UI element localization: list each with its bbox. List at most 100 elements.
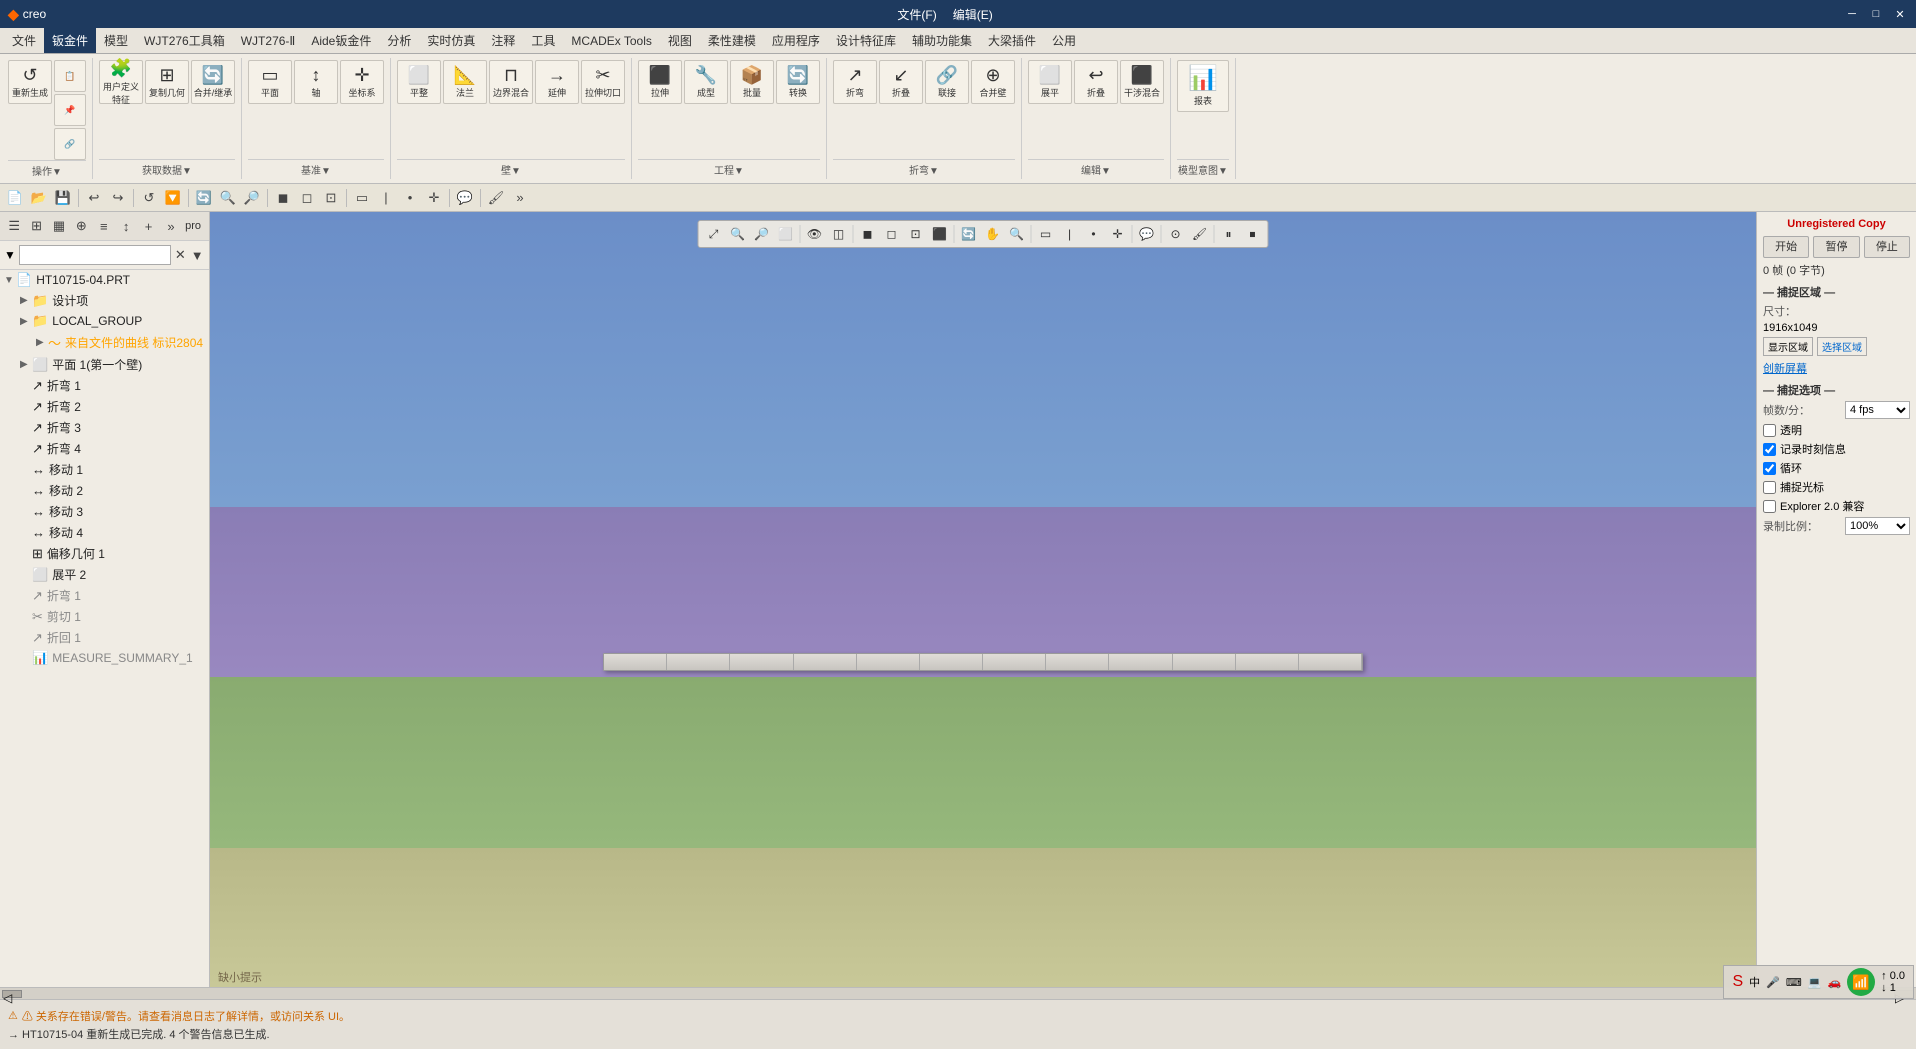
link-button[interactable]: 🔗联接 (925, 60, 969, 104)
vp-shade-edge[interactable]: ◻ (881, 223, 903, 245)
datum-point-quick-button[interactable]: • (399, 187, 421, 209)
horizontal-scrollbar[interactable]: ◁ ▷ (0, 987, 1916, 999)
tree-item-root[interactable]: ▼📄HT10715-04.PRT (0, 270, 209, 290)
copy-geom-button[interactable]: ⊞复制几何 (145, 60, 189, 104)
menubar-item-Aide钣金件[interactable]: Aide钣金件 (303, 28, 379, 53)
menubar-item-分析[interactable]: 分析 (379, 28, 419, 53)
shade2-button[interactable]: ◻ (296, 187, 318, 209)
boundary-blend-button[interactable]: ⊓边界混合 (489, 60, 533, 104)
ratio-select[interactable]: 100% 75% 50% (1845, 517, 1910, 535)
loop-checkbox[interactable] (1763, 462, 1776, 475)
file-menu-small[interactable]: 文件(F) (897, 6, 936, 23)
viewport[interactable]: ⤢ 🔍 🔎 ⬜ 👁 ◫ ◼ ◻ ⊡ ⬛ 🔄 ✋ 🔍 ▭ | • ✛ 💬 ⊙ (210, 212, 1756, 987)
tree-filter-btn[interactable]: ≡ (94, 215, 114, 237)
menubar-item-视图[interactable]: 视图 (660, 28, 700, 53)
unbend-button[interactable]: ↙折叠 (879, 60, 923, 104)
vp-spin-center[interactable]: ⊙ (1165, 223, 1187, 245)
menubar-item-柔性建模[interactable]: 柔性建模 (700, 28, 764, 53)
fold-back-button[interactable]: ↩折叠 (1074, 60, 1118, 104)
menubar-item-辅助功能集[interactable]: 辅助功能集 (904, 28, 980, 53)
start-button[interactable]: 开始 (1763, 236, 1809, 258)
expand-arrow[interactable]: ▼ (4, 275, 16, 286)
menubar-item-MCADEx Tools[interactable]: MCADEx Tools (563, 28, 659, 53)
flange-button[interactable]: 📐法兰 (443, 60, 487, 104)
zoomout-button[interactable]: 🔎 (241, 187, 263, 209)
form-button[interactable]: 🔧成型 (684, 60, 728, 104)
show-area-button[interactable]: 显示区域 (1763, 337, 1813, 356)
expand-arrow[interactable]: ▶ (20, 316, 32, 327)
save-button[interactable]: 💾 (52, 187, 74, 209)
vp-datum-point[interactable]: • (1083, 223, 1105, 245)
vp-csys[interactable]: ✛ (1107, 223, 1129, 245)
sel-filter-button[interactable]: 🔽 (162, 187, 184, 209)
vp-zoom-window[interactable]: ⬜ (775, 223, 797, 245)
extend-button[interactable]: →延伸 (535, 60, 579, 104)
explorer-checkbox[interactable] (1763, 500, 1776, 513)
tree-item-design[interactable]: ▶📁设计项 (0, 290, 209, 311)
full-screen-button[interactable]: 创新屏幕 (1763, 363, 1807, 375)
merge-wall-button[interactable]: ⊕合并壁 (971, 60, 1015, 104)
merge-button[interactable]: 🔄合并/继承 (191, 60, 235, 104)
vp-pan[interactable]: ✋ (982, 223, 1004, 245)
tree-sort-btn[interactable]: ↕ (116, 215, 136, 237)
stop-button[interactable]: 停止 (1864, 236, 1910, 258)
axis-button[interactable]: ↕轴 (294, 60, 338, 104)
menubar-item-设计特征库[interactable]: 设计特征库 (828, 28, 904, 53)
paste-button[interactable]: 📌 (54, 94, 86, 126)
tree-item-flat2[interactable]: ⬜展平 2 (0, 564, 209, 585)
extrude-cut-button[interactable]: ✂拉伸切口 (581, 60, 625, 104)
expand-arrow[interactable]: ▶ (20, 295, 32, 306)
vp-annot[interactable]: 💬 (1136, 223, 1158, 245)
copy-button[interactable]: 📋 (54, 60, 86, 92)
vp-zoom-out[interactable]: 🔎 (751, 223, 773, 245)
tree-item-bend1_sup[interactable]: ↗折弯 1 (0, 585, 209, 606)
close-button[interactable]: ✕ (1892, 6, 1908, 22)
paste-geom-button[interactable]: 🔗 (54, 128, 86, 160)
scroll-left-button[interactable]: ◁ (2, 990, 22, 998)
report-button[interactable]: 📊报表 (1177, 60, 1229, 112)
menubar-item-工具[interactable]: 工具 (523, 28, 563, 53)
menubar-item-实时仿真[interactable]: 实时仿真 (419, 28, 483, 53)
plane-button[interactable]: ▭平面 (248, 60, 292, 104)
tree-item-move3[interactable]: ↔移动 3 (0, 501, 209, 522)
tree-item-fold1_sup[interactable]: ↗折回 1 (0, 627, 209, 648)
tree-expand-btn[interactable]: ⊕ (71, 215, 91, 237)
edit-menu-small[interactable]: 编辑(E) (953, 6, 993, 23)
zoomin-button[interactable]: 🔍 (217, 187, 239, 209)
record-info-checkbox[interactable] (1763, 443, 1776, 456)
tree-more-btn[interactable]: » (161, 215, 181, 237)
filter-input[interactable] (19, 245, 171, 265)
extrude-button[interactable]: ⬛拉伸 (638, 60, 682, 104)
vp-zoom-in[interactable]: 🔍 (727, 223, 749, 245)
vp-pause[interactable]: ⏸ (1218, 223, 1240, 245)
flat-wall-button[interactable]: ⬜平整 (397, 60, 441, 104)
annot-quick-button[interactable]: 💬 (454, 187, 476, 209)
menubar-item-大梁插件[interactable]: 大梁插件 (980, 28, 1044, 53)
menubar-item-应用程序[interactable]: 应用程序 (764, 28, 828, 53)
undo-button[interactable]: ↩ (83, 187, 105, 209)
datum-axis-quick-button[interactable]: | (375, 187, 397, 209)
user-feature-button[interactable]: 🧩用户定义特征 (99, 60, 143, 104)
shade3-button[interactable]: ⊡ (320, 187, 342, 209)
tree-tile-btn[interactable]: ⊞ (26, 215, 46, 237)
more-button[interactable]: » (509, 187, 531, 209)
pause-button[interactable]: 暂停 (1813, 236, 1859, 258)
tree-columns-btn[interactable]: ▦ (49, 215, 69, 237)
vp-persp[interactable]: ◫ (828, 223, 850, 245)
vp-stop[interactable]: ⏹ (1242, 223, 1264, 245)
menubar-item-公用[interactable]: 公用 (1044, 28, 1084, 53)
vp-datum-axis[interactable]: | (1059, 223, 1081, 245)
interfere-button[interactable]: ⬛干涉混合 (1120, 60, 1164, 104)
tree-item-fold2[interactable]: ↗折弯 2 (0, 396, 209, 417)
menubar-item-WJT276工具箱[interactable]: WJT276工具箱 (136, 28, 233, 53)
scroll-track[interactable] (22, 990, 1894, 998)
menubar-item-模型[interactable]: 模型 (96, 28, 136, 53)
select-area-button[interactable]: 选择区域 (1817, 337, 1867, 356)
flatten-button[interactable]: ⬜展平 (1028, 60, 1072, 104)
convert-button[interactable]: 🔄转换 (776, 60, 820, 104)
tree-list-btn[interactable]: ☰ (4, 215, 24, 237)
minimize-button[interactable]: ─ (1844, 6, 1860, 22)
filter-options-btn[interactable]: ▼ (190, 244, 205, 266)
batch-button[interactable]: 📦批量 (730, 60, 774, 104)
menubar-item-钣金件[interactable]: 钣金件 (44, 28, 96, 53)
